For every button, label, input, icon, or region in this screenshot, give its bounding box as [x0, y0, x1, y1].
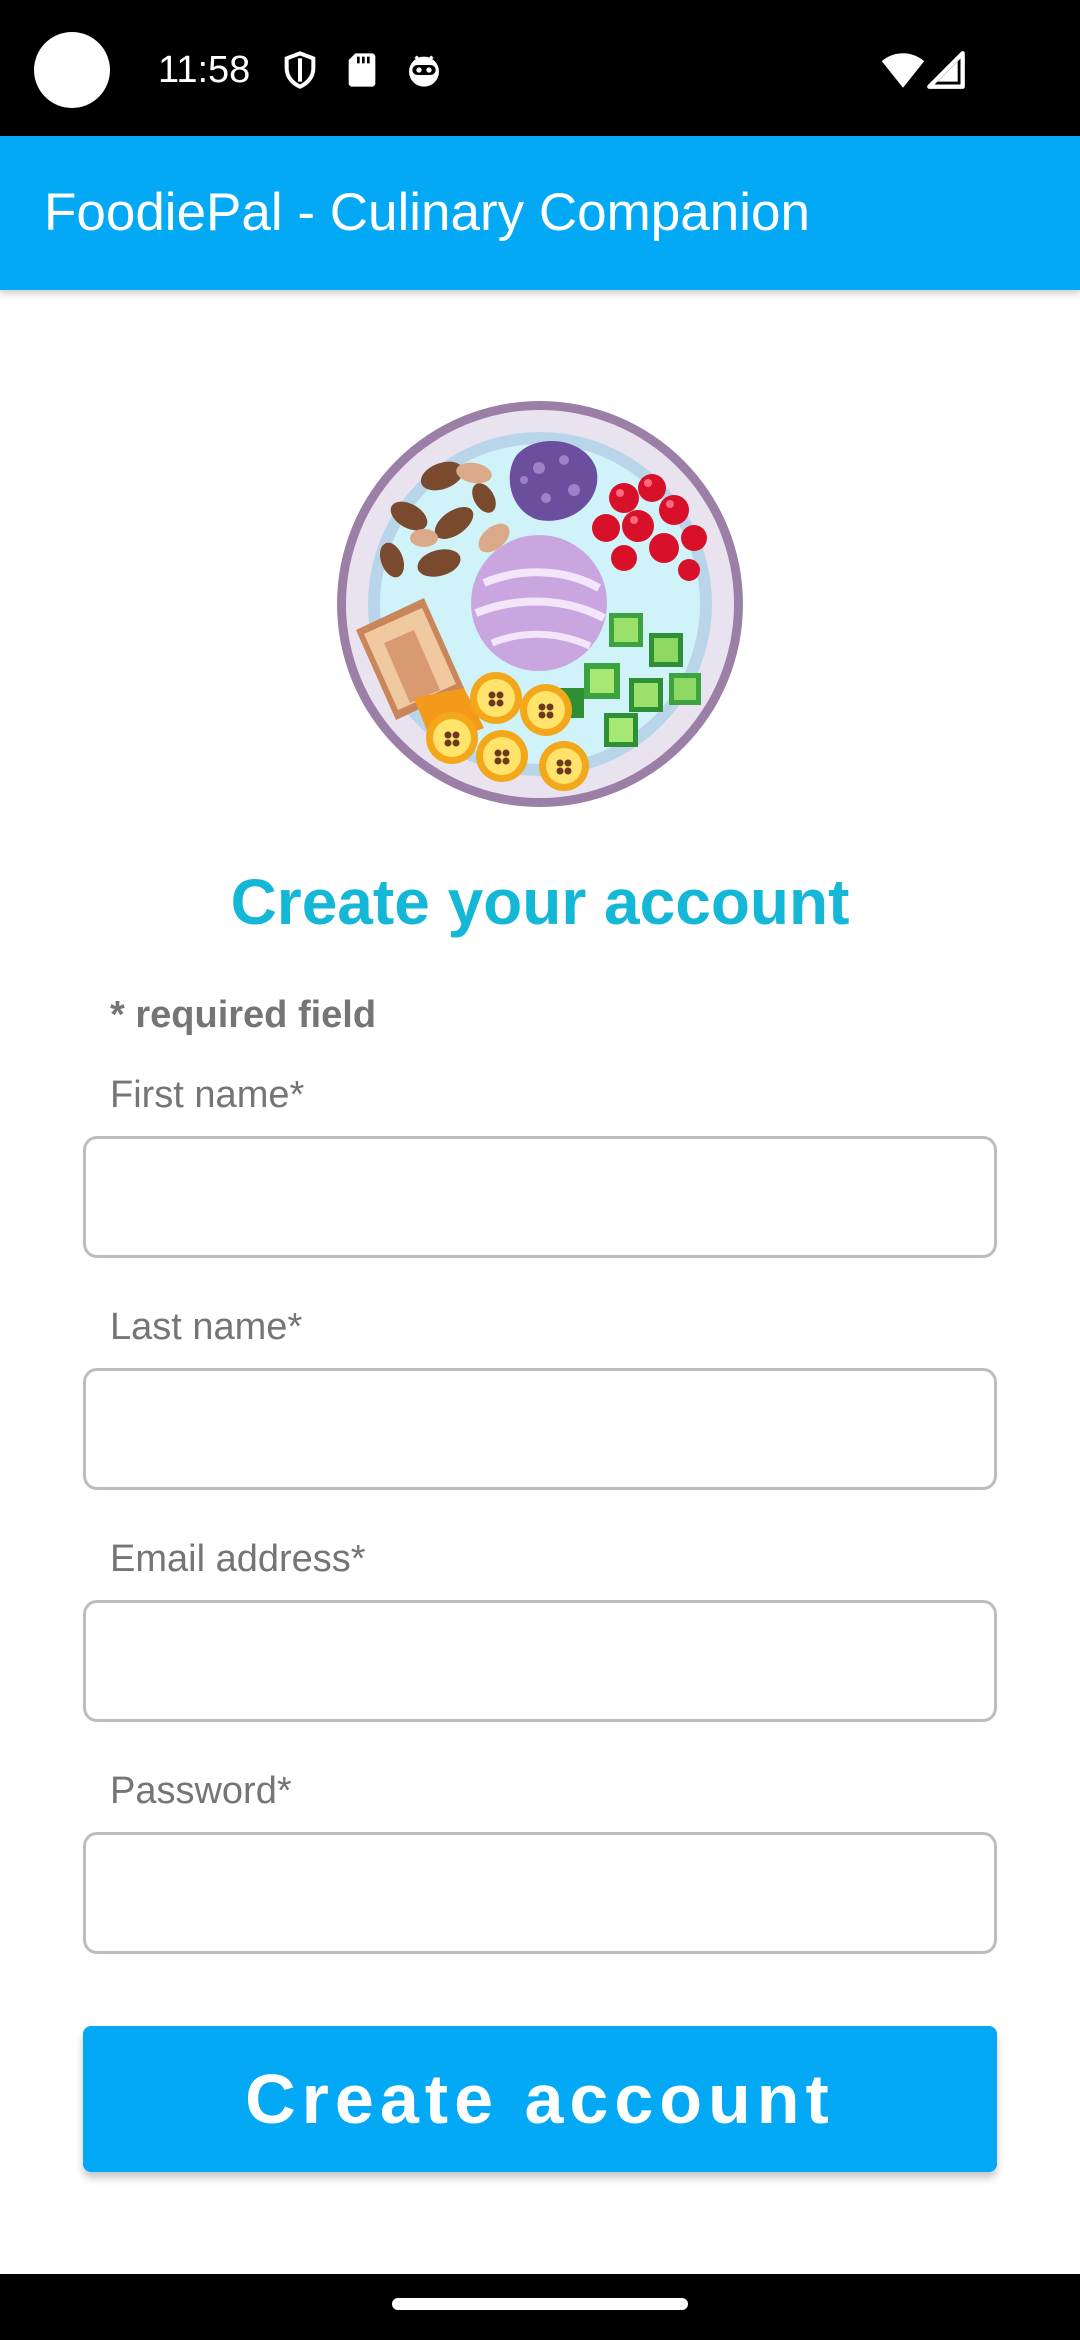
food-bowl-logo-icon — [337, 401, 743, 807]
signup-content: Create your account * required field Fir… — [0, 290, 1080, 2274]
last-name-input[interactable] — [83, 1368, 997, 1490]
last-name-label: Last name* — [110, 1306, 303, 1348]
page-title: Create your account — [230, 866, 850, 938]
camera-cutout — [34, 32, 110, 108]
shield-icon — [284, 51, 316, 89]
first-name-label: First name* — [110, 1074, 305, 1116]
password-label: Password* — [110, 1770, 292, 1812]
status-bar: 11:58 — [0, 0, 1080, 136]
android-head-icon — [409, 55, 439, 87]
home-indicator[interactable] — [392, 2298, 688, 2310]
app-bar: FoodiePal - Culinary Companion — [0, 136, 1080, 290]
required-field-note: * required field — [110, 994, 377, 1036]
phone-screen: 11:58 FoodiePal - Culinary Companion Cre… — [0, 0, 1080, 2340]
status-time: 11:58 — [158, 49, 251, 91]
app-title: FoodiePal - Culinary Companion — [44, 183, 810, 242]
sd-card-icon — [348, 53, 376, 87]
cell-signal-icon — [927, 51, 965, 89]
wifi-icon — [881, 53, 925, 88]
email-input[interactable] — [83, 1600, 997, 1722]
first-name-input[interactable] — [83, 1136, 997, 1258]
password-input[interactable] — [83, 1832, 997, 1954]
create-account-button[interactable]: Create account — [83, 2026, 997, 2172]
email-label: Email address* — [110, 1538, 366, 1580]
navigation-bar — [0, 2274, 1080, 2340]
